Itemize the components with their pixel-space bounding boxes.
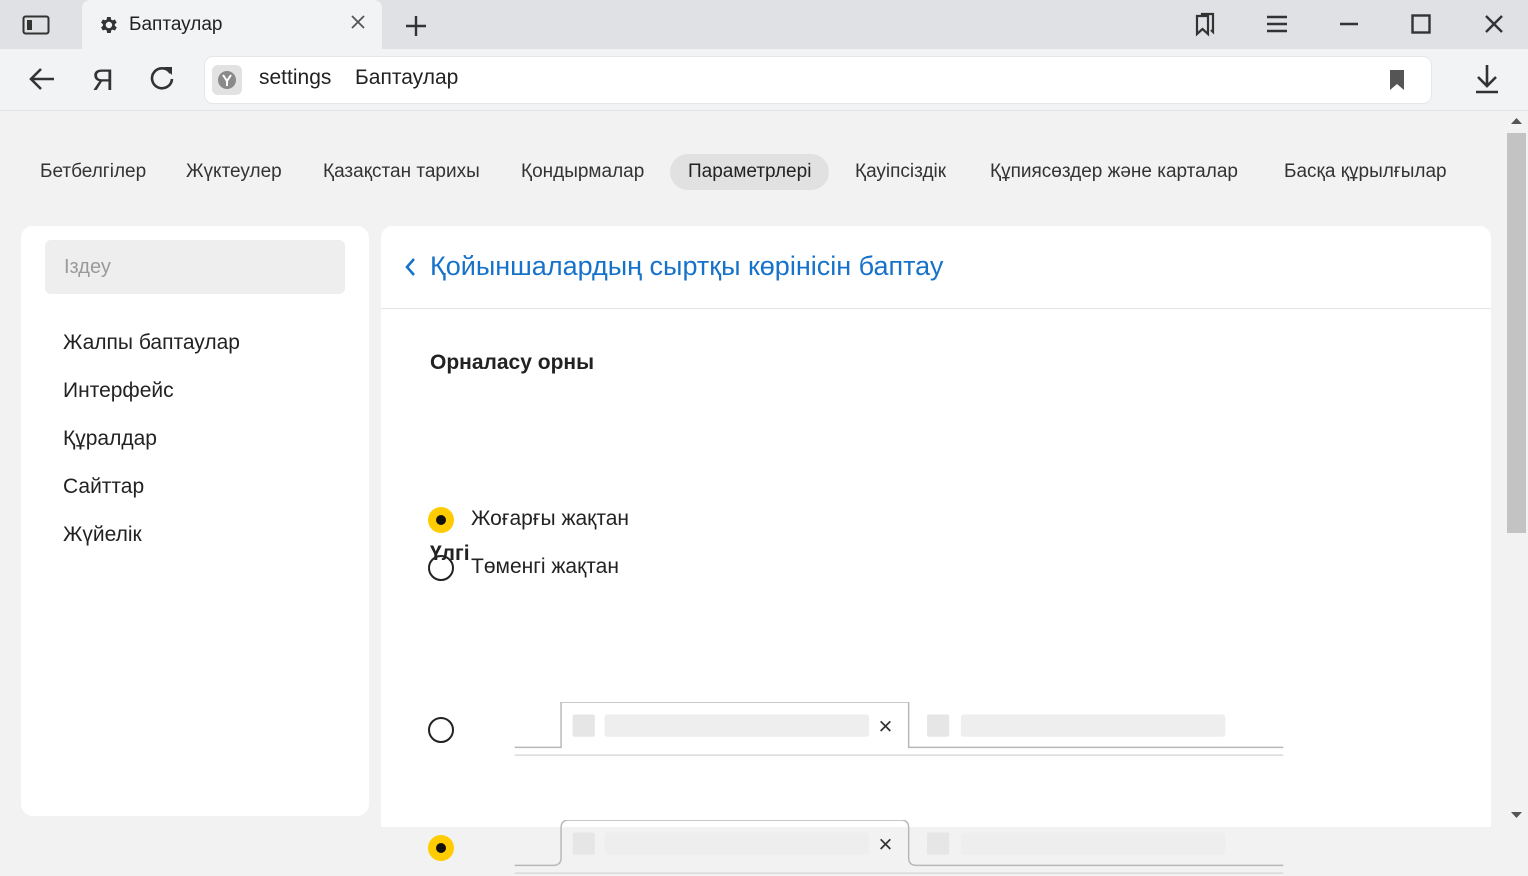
radio-label-bottom: Төменгі жақтан [471,555,619,578]
back-arrow-icon[interactable] [28,66,56,92]
scrollbar-thumb[interactable] [1507,133,1526,533]
sidebar-item-system[interactable]: Жүйелік [63,523,142,547]
page-title-in-address: Баптаулар [355,66,459,89]
nav-security[interactable]: Қауіпсіздік [855,154,946,190]
sidebar-toggle-icon[interactable] [22,14,50,36]
radio-style-square[interactable] [428,717,458,749]
nav-downloads[interactable]: Жүктеулер [186,154,282,190]
nav-other-devices[interactable]: Басқа құрылғылар [1284,154,1447,190]
page-scrollbar[interactable] [1505,111,1528,827]
download-icon[interactable] [1473,63,1501,95]
yandex-logo-icon[interactable]: Я [90,64,114,96]
close-tab-icon[interactable] [348,12,368,32]
scroll-up-arrow-icon[interactable] [1511,117,1522,125]
search-placeholder: Іздеу [64,256,111,278]
navigation-bar: Я settings Баптаулар [0,49,1528,111]
new-tab-icon[interactable] [404,14,428,38]
reload-icon[interactable] [148,64,176,92]
radio-button-checked[interactable] [428,507,454,533]
nav-settings[interactable]: Параметрлері [670,154,830,190]
nav-history[interactable]: Қазақстан тарихы [323,154,480,190]
svg-text:Я: Я [92,64,114,96]
bookmark-icon[interactable] [1388,69,1406,91]
radio-label-top: Жоғарғы жақтан [471,507,630,530]
search-input[interactable]: Іздеу [45,240,345,294]
style-section-title: Үлгі [430,542,470,565]
tab-appearance-panel: Қойыншалардың сыртқы көрінісін баптау Ор… [381,226,1491,874]
url-text: settings [259,66,332,89]
minimize-icon[interactable] [1338,14,1360,34]
site-badge[interactable] [212,65,242,95]
settings-page: Бетбелгілер Жүктеулер Қазақстан тарихы Қ… [0,111,1505,874]
chevron-left-icon[interactable] [403,256,417,278]
tab-title: Баптаулар [129,14,223,35]
close-window-icon[interactable] [1483,13,1505,35]
gear-icon [101,17,117,33]
tab-settings[interactable]: Баптаулар [82,0,382,49]
yandex-browser-icon [218,71,236,89]
nav-bookmarks[interactable]: Бетбелгілер [40,154,146,190]
address-bar[interactable]: settings Баптаулар [205,57,1431,103]
scroll-down-arrow-icon[interactable] [1511,811,1522,819]
rounded-tabs-preview[interactable] [501,820,1297,876]
settings-sidebar: Іздеу Жалпы баптаулар Интерфейс Құралдар… [21,226,369,816]
maximize-icon[interactable] [1410,13,1432,35]
radio-button[interactable] [428,717,454,743]
radio-style-rounded[interactable] [428,835,458,867]
panel-header: Қойыншалардың сыртқы көрінісін баптау [381,226,1491,309]
position-section-title: Орналасу орны [430,351,595,374]
nav-extensions[interactable]: Қондырмалар [521,154,644,190]
sidebar-item-general[interactable]: Жалпы баптаулар [63,331,240,355]
radio-button-checked[interactable] [428,835,454,861]
sidebar-item-interface[interactable]: Интерфейс [63,379,174,403]
panel-title[interactable]: Қойыншалардың сыртқы көрінісін баптау [430,251,943,282]
title-bar: Баптаулар [0,0,1528,49]
sidebar-item-sites[interactable]: Сайттар [63,475,144,499]
square-tabs-preview[interactable] [501,702,1297,758]
sidebar-item-tools[interactable]: Құралдар [63,427,157,451]
menu-icon[interactable] [1265,14,1289,34]
nav-passwords-cards[interactable]: Құпиясөздер және карталар [990,154,1238,190]
collections-icon[interactable] [1192,12,1218,38]
